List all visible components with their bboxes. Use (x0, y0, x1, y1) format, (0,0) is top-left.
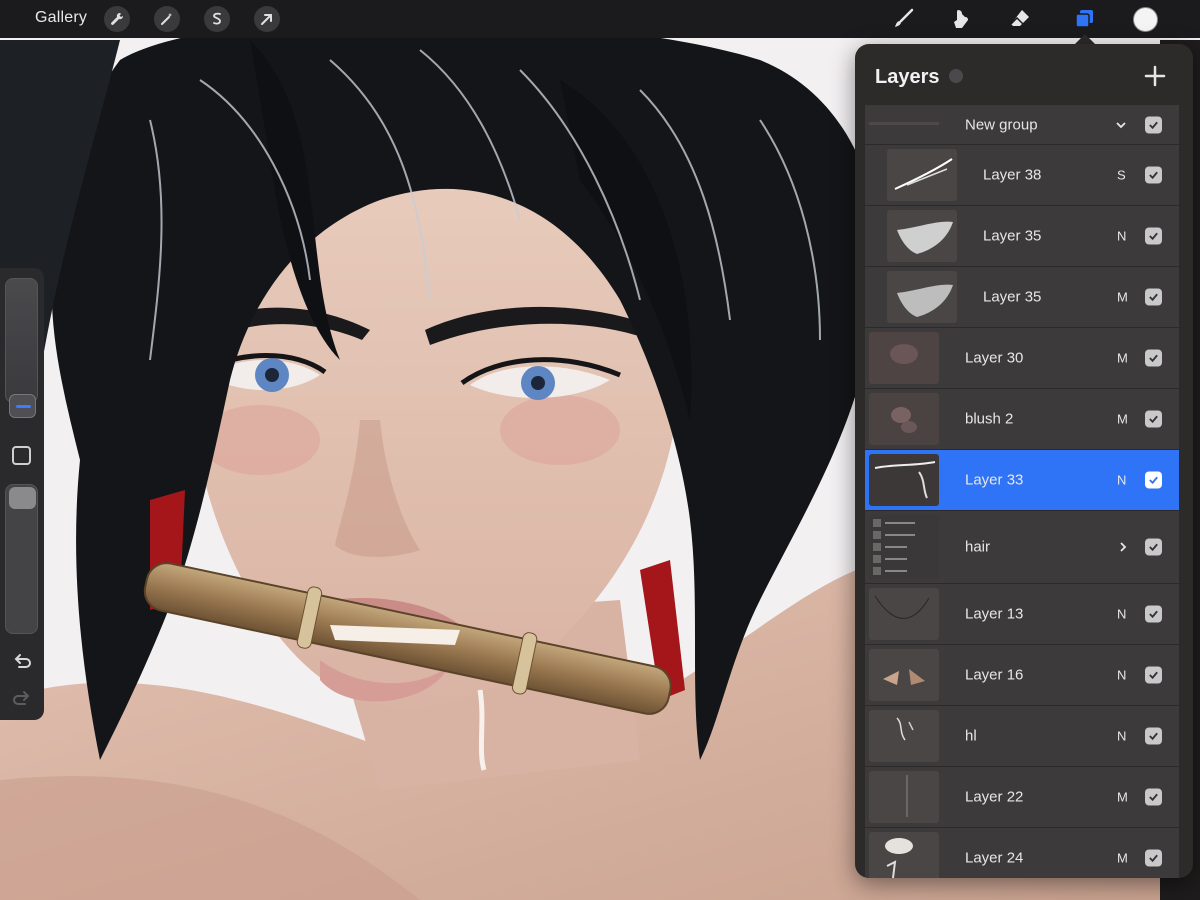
layer-thumbnail (869, 332, 939, 384)
blend-mode-button[interactable]: M (1117, 290, 1128, 305)
transform-arrow-icon[interactable] (254, 6, 280, 32)
layer-thumbnail (887, 271, 957, 323)
layer-thumbnail (869, 454, 939, 506)
magic-wand-icon[interactable] (154, 6, 180, 32)
layer-visibility-checkbox[interactable] (1145, 227, 1162, 245)
layer-name: hl (965, 727, 977, 745)
layer-thumbnail (869, 832, 939, 878)
brush-opacity-thumb[interactable] (9, 487, 36, 509)
layer-name: Layer 16 (965, 666, 1024, 684)
layers-panel: Layers New group Layer 38 S Layer 35 N L… (855, 44, 1193, 878)
layer-list: New group Layer 38 S Layer 35 N Layer 35… (865, 105, 1179, 878)
layer-visibility-checkbox[interactable] (1145, 471, 1162, 489)
group-divider (869, 122, 939, 125)
layer-visibility-checkbox[interactable] (1145, 116, 1162, 133)
layers-icon[interactable] (1069, 4, 1099, 34)
color-picker-button[interactable] (1133, 7, 1158, 32)
brush-size-slider[interactable] (5, 278, 38, 418)
layer-row[interactable]: Layer 35 N (865, 206, 1179, 267)
layer-visibility-checkbox[interactable] (1145, 605, 1162, 623)
layer-visibility-checkbox[interactable] (1145, 788, 1162, 806)
layer-row[interactable]: hair (865, 511, 1179, 584)
blend-mode-button[interactable]: M (1117, 412, 1128, 427)
layer-row[interactable]: hl N (865, 706, 1179, 767)
blend-mode-button[interactable]: S (1117, 168, 1126, 183)
layer-row[interactable]: Layer 30 M (865, 328, 1179, 389)
blend-mode-button[interactable]: N (1117, 668, 1126, 683)
blend-mode-button[interactable]: N (1117, 607, 1126, 622)
layer-row[interactable]: blush 2 M (865, 389, 1179, 450)
layer-visibility-checkbox[interactable] (1145, 538, 1162, 556)
blend-mode-button[interactable]: M (1117, 351, 1128, 366)
layer-row[interactable]: Layer 35 M (865, 267, 1179, 328)
layer-visibility-checkbox[interactable] (1145, 410, 1162, 428)
layer-name: Layer 35 (983, 288, 1042, 306)
layer-name: New group (965, 116, 1038, 133)
chevron-down-icon[interactable] (949, 69, 963, 83)
gallery-button[interactable]: Gallery (35, 9, 87, 27)
layer-row-selected[interactable]: Layer 33 N (865, 450, 1179, 511)
layer-thumbnail (869, 771, 939, 823)
blend-mode-button[interactable]: N (1117, 729, 1126, 744)
left-sidebar (0, 268, 44, 720)
brush-opacity-slider[interactable] (5, 484, 38, 634)
layer-name: Layer 30 (965, 349, 1024, 367)
layer-thumbnail (869, 710, 939, 762)
brush-icon[interactable] (889, 4, 919, 34)
selection-icon[interactable] (204, 6, 230, 32)
layer-name: blush 2 (965, 410, 1014, 428)
smudge-icon[interactable] (947, 4, 977, 34)
top-toolbar: Gallery (0, 0, 1200, 38)
blend-mode-button[interactable]: N (1117, 473, 1126, 488)
brush-size-thumb[interactable] (9, 394, 36, 418)
layer-name: Layer 22 (965, 788, 1024, 806)
layer-name: hair (965, 538, 991, 556)
chevron-right-icon[interactable] (1117, 541, 1129, 553)
layer-visibility-checkbox[interactable] (1145, 288, 1162, 306)
layer-name: Layer 35 (983, 227, 1042, 245)
wrench-icon[interactable] (104, 6, 130, 32)
layer-thumbnail (869, 649, 939, 701)
layer-name: Layer 38 (983, 166, 1042, 184)
layer-visibility-checkbox[interactable] (1145, 166, 1162, 184)
blend-mode-button[interactable]: M (1117, 790, 1128, 805)
blend-mode-button[interactable]: N (1117, 229, 1126, 244)
layer-thumbnail (869, 515, 939, 579)
layer-visibility-checkbox[interactable] (1145, 349, 1162, 367)
undo-icon[interactable] (11, 651, 33, 673)
layer-row[interactable]: Layer 16 N (865, 645, 1179, 706)
layer-visibility-checkbox[interactable] (1145, 727, 1162, 745)
layer-row[interactable]: Layer 38 S (865, 145, 1179, 206)
layers-panel-title: Layers (875, 66, 940, 88)
modify-button[interactable] (12, 446, 31, 465)
chevron-down-icon[interactable] (1115, 119, 1127, 131)
layer-name: Layer 24 (965, 849, 1024, 867)
blend-mode-button[interactable]: M (1117, 851, 1128, 866)
redo-icon[interactable] (11, 688, 33, 710)
layer-thumbnail (869, 393, 939, 445)
add-layer-button[interactable] (1143, 64, 1167, 88)
layer-row[interactable]: Layer 24 M (865, 828, 1179, 878)
layers-panel-pointer (1075, 34, 1095, 44)
layer-row[interactable]: Layer 22 M (865, 767, 1179, 828)
layer-thumbnail (887, 149, 957, 201)
eraser-icon[interactable] (1005, 4, 1035, 34)
layer-thumbnail (869, 588, 939, 640)
layer-thumbnail (887, 210, 957, 262)
layer-visibility-checkbox[interactable] (1145, 849, 1162, 867)
layer-name: Layer 13 (965, 605, 1024, 623)
layer-row[interactable]: Layer 13 N (865, 584, 1179, 645)
layer-name: Layer 33 (965, 471, 1024, 489)
layer-row[interactable]: New group (865, 105, 1179, 145)
layer-visibility-checkbox[interactable] (1145, 666, 1162, 684)
